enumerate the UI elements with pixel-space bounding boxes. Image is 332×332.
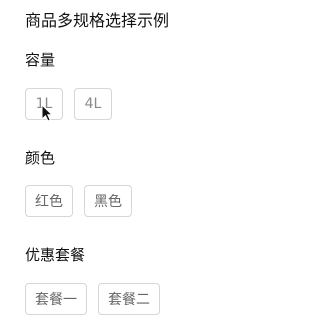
- package-options: 套餐一 套餐二: [25, 283, 160, 315]
- option-red[interactable]: 红色: [25, 185, 73, 217]
- option-package-2[interactable]: 套餐二: [98, 283, 160, 315]
- package-label: 优惠套餐: [25, 246, 86, 264]
- option-1l[interactable]: 1L: [25, 88, 63, 120]
- option-black[interactable]: 黑色: [84, 185, 132, 217]
- color-label: 颜色: [25, 149, 56, 167]
- color-options: 红色 黑色: [25, 185, 132, 217]
- capacity-label: 容量: [25, 51, 56, 69]
- option-4l[interactable]: 4L: [74, 88, 112, 120]
- option-package-1[interactable]: 套餐一: [25, 283, 87, 315]
- spec-selector-page: 商品多规格选择示例 容量 1L 4L 颜色 红色 黑色 优惠套餐 套餐一 套餐二: [0, 0, 332, 332]
- capacity-options: 1L 4L: [25, 88, 112, 120]
- page-title: 商品多规格选择示例: [25, 11, 170, 30]
